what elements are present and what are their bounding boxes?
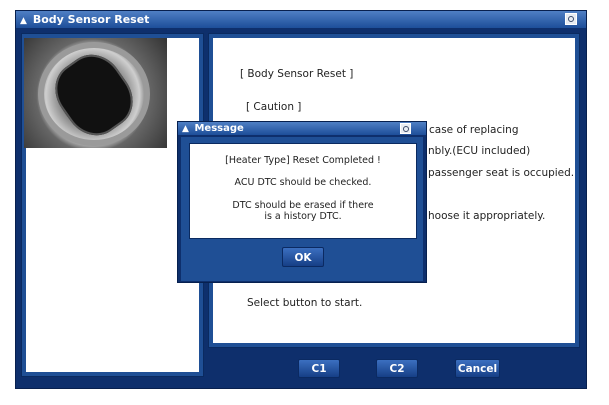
- c1-button[interactable]: C1: [298, 359, 340, 378]
- dialog-message-line-2: ACU DTC should be checked.: [234, 177, 372, 188]
- instruction-line-4: hoose it appropriately.: [428, 210, 546, 222]
- message-dialog: ▲ Message [Heater Type] Reset Completed …: [177, 121, 427, 283]
- window-close-icon[interactable]: [565, 13, 577, 25]
- window-menu-icon[interactable]: ▲: [20, 13, 29, 30]
- instruction-prompt: Select button to start.: [247, 297, 363, 309]
- instruction-line-3: passenger seat is occupied.: [428, 167, 575, 179]
- ok-button[interactable]: OK: [282, 247, 324, 267]
- dialog-message-line-1: [Heater Type] Reset Completed !: [225, 155, 381, 166]
- ignition-key-image: [24, 38, 167, 148]
- dialog-title: Message: [194, 123, 244, 134]
- dialog-body: [Heater Type] Reset Completed ! ACU DTC …: [181, 137, 423, 281]
- instruction-heading: [ Body Sensor Reset ]: [240, 68, 354, 80]
- window-title: Body Sensor Reset: [32, 13, 150, 26]
- dialog-menu-icon[interactable]: ▲: [182, 123, 191, 136]
- instruction-line-2: nbly.(ECU included): [428, 145, 531, 157]
- window-titlebar: ▲ Body Sensor Reset: [16, 11, 586, 28]
- instruction-caution: [ Caution ]: [246, 101, 302, 113]
- dialog-titlebar: ▲ Message: [178, 122, 426, 135]
- c2-button[interactable]: C2: [376, 359, 418, 378]
- dialog-message-line-4: is a history DTC.: [264, 211, 342, 222]
- dialog-message-box: [Heater Type] Reset Completed ! ACU DTC …: [189, 143, 417, 239]
- dialog-close-icon[interactable]: [400, 123, 411, 134]
- instruction-line-1: case of replacing: [429, 124, 519, 136]
- dialog-message-line-3: DTC should be erased if there: [232, 200, 374, 211]
- cancel-button[interactable]: Cancel: [455, 359, 500, 378]
